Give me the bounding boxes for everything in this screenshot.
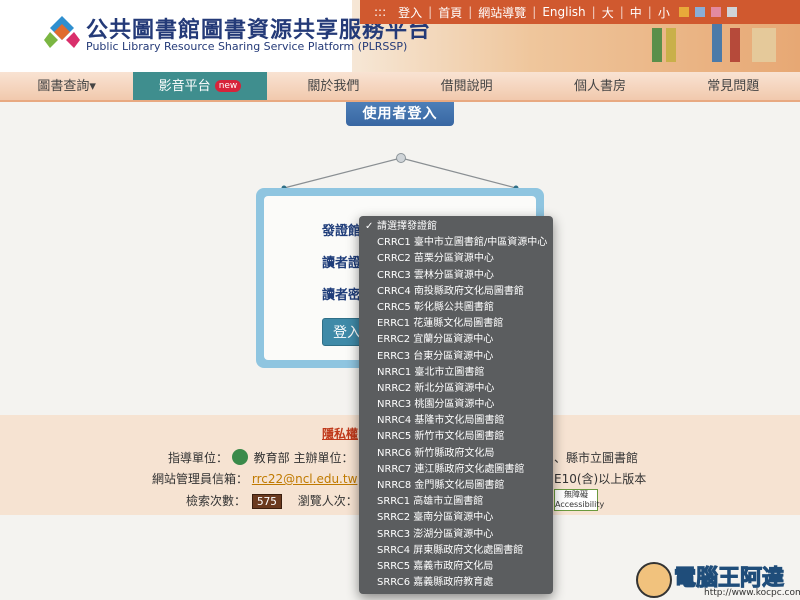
admin-email-row: 網站管理員信箱： rrc22@ncl.edu.tw 最: [152, 472, 385, 486]
font-medium-link[interactable]: 中: [624, 4, 648, 21]
top-utility-bar: ::: 登入 | 首頁 | 網站導覽 | English | 大 | 中 | 小: [360, 0, 800, 24]
divider: |: [468, 5, 473, 19]
library-select-dropdown[interactable]: ✓ 請選擇發證館 CRRC1 臺中市立圖書館/中區資源中心 CRRC2 苗栗分區資…: [359, 216, 553, 594]
dropdown-option[interactable]: NRRC6 新竹縣政府文化局: [359, 446, 553, 462]
divider: |: [647, 5, 652, 19]
login-tab-title: 使用者登入: [346, 102, 454, 126]
english-link[interactable]: English: [536, 5, 591, 19]
dropdown-option[interactable]: ERRC1 花蓮縣文化局圖書館: [359, 316, 553, 332]
theme-swatch-pink[interactable]: [710, 7, 721, 17]
host-tail-text: 、縣市立圖書館: [554, 451, 639, 465]
checkmark-icon: ✓: [365, 221, 374, 232]
dropdown-option[interactable]: CRRC4 南投縣政府文化局圖書館: [359, 284, 553, 300]
dropdown-option[interactable]: CRRC2 苗栗分區資源中心: [359, 251, 553, 267]
theme-swatch-blue[interactable]: [694, 7, 705, 17]
pin-icon: [396, 153, 406, 163]
dropdown-option[interactable]: SRRC2 臺南分區資源中心: [359, 510, 553, 526]
dropdown-option[interactable]: SRRC5 嘉義市政府文化局: [359, 559, 553, 575]
dropdown-option[interactable]: SRRC1 高雄市立圖書館: [359, 494, 553, 510]
nav-faq[interactable]: 常見問題: [667, 72, 800, 100]
dropdown-option[interactable]: NRRC3 桃園分區資源中心: [359, 397, 553, 413]
ministry-logo-icon: [231, 449, 248, 465]
dropdown-option[interactable]: NRRC1 臺北市立圖書館: [359, 365, 553, 381]
dropdown-option[interactable]: NRRC5 新竹市文化局圖書館: [359, 429, 553, 445]
nav-about-us[interactable]: 關於我們: [267, 72, 400, 100]
admin-email-link[interactable]: rrc22@ncl.edu.tw: [252, 472, 358, 486]
dropdown-option[interactable]: CRRC3 雲林分區資源中心: [359, 268, 553, 284]
divider: |: [532, 5, 537, 19]
browser-note: E10(含)以上版本: [554, 472, 647, 486]
dropdown-option[interactable]: SRRC3 澎湖分區資源中心: [359, 527, 553, 543]
dropdown-option[interactable]: CRRC5 彰化縣公共圖書館: [359, 300, 553, 316]
book-decoration: [666, 28, 676, 62]
nav-media-platform[interactable]: 影音平台 new: [133, 72, 267, 100]
supervisor-row: 指導單位： 教育部 主辦單位：: [168, 449, 354, 465]
watermark: 電腦王阿達 http://www.kocpc.com.tw: [632, 560, 800, 600]
dropdown-option[interactable]: SRRC6 嘉義縣政府教育處: [359, 575, 553, 591]
site-header: 公共圖書館圖書資源共享服務平台 Public Library Resource …: [0, 0, 800, 72]
dropdown-option[interactable]: ERRC3 台東分區資源中心: [359, 349, 553, 365]
dropdown-option[interactable]: NRRC7 連江縣政府文化處圖書館: [359, 462, 553, 478]
privacy-link[interactable]: 隱私權: [322, 425, 358, 442]
site-logo-icon[interactable]: [44, 14, 80, 50]
theme-swatch-gray[interactable]: [726, 7, 737, 17]
book-decoration: [752, 28, 776, 62]
dropdown-option[interactable]: NRRC8 金門縣文化局圖書館: [359, 478, 553, 494]
theme-swatch-orange[interactable]: [678, 7, 689, 17]
watermark-url: http://www.kocpc.com.tw: [704, 588, 800, 598]
dropdown-option[interactable]: ✓ 請選擇發證館: [359, 219, 553, 235]
divider: |: [428, 5, 433, 19]
font-small-link[interactable]: 小: [652, 4, 676, 21]
dropdown-option[interactable]: ERRC2 宜蘭分區資源中心: [359, 332, 553, 348]
site-subtitle: Public Library Resource Sharing Service …: [86, 40, 408, 53]
dropdown-option[interactable]: NRRC2 新北分區資源中心: [359, 381, 553, 397]
home-link[interactable]: 首頁: [432, 4, 468, 21]
login-link[interactable]: 登入: [392, 4, 428, 21]
search-counter: 575: [252, 494, 282, 509]
divider: |: [619, 5, 624, 19]
dropdown-option[interactable]: CRRC1 臺中市立圖書館/中區資源中心: [359, 235, 553, 251]
dropdown-option[interactable]: NRRC4 基隆市文化局圖書館: [359, 413, 553, 429]
book-decoration: [730, 28, 740, 62]
accessibility-badge[interactable]: 無障礙 Accessibility: [554, 489, 604, 511]
mascot-face-icon: [636, 562, 672, 598]
nav-book-search[interactable]: 圖書查詢▾: [0, 72, 133, 100]
new-badge: new: [214, 80, 242, 92]
book-decoration: [652, 28, 662, 62]
dropdown-option[interactable]: SRRC4 屏東縣政府文化處圖書館: [359, 543, 553, 559]
book-decoration: [712, 22, 722, 62]
accesskey-link[interactable]: :::: [368, 5, 392, 19]
nav-personal-study[interactable]: 個人書房: [533, 72, 666, 100]
nav-borrowing-guide[interactable]: 借閱說明: [400, 72, 533, 100]
main-nav: 圖書查詢▾ 影音平台 new 關於我們 借閱說明 個人書房 常見問題: [0, 72, 800, 102]
divider: |: [591, 5, 596, 19]
font-large-link[interactable]: 大: [596, 4, 620, 21]
sitemap-link[interactable]: 網站導覽: [472, 4, 532, 21]
